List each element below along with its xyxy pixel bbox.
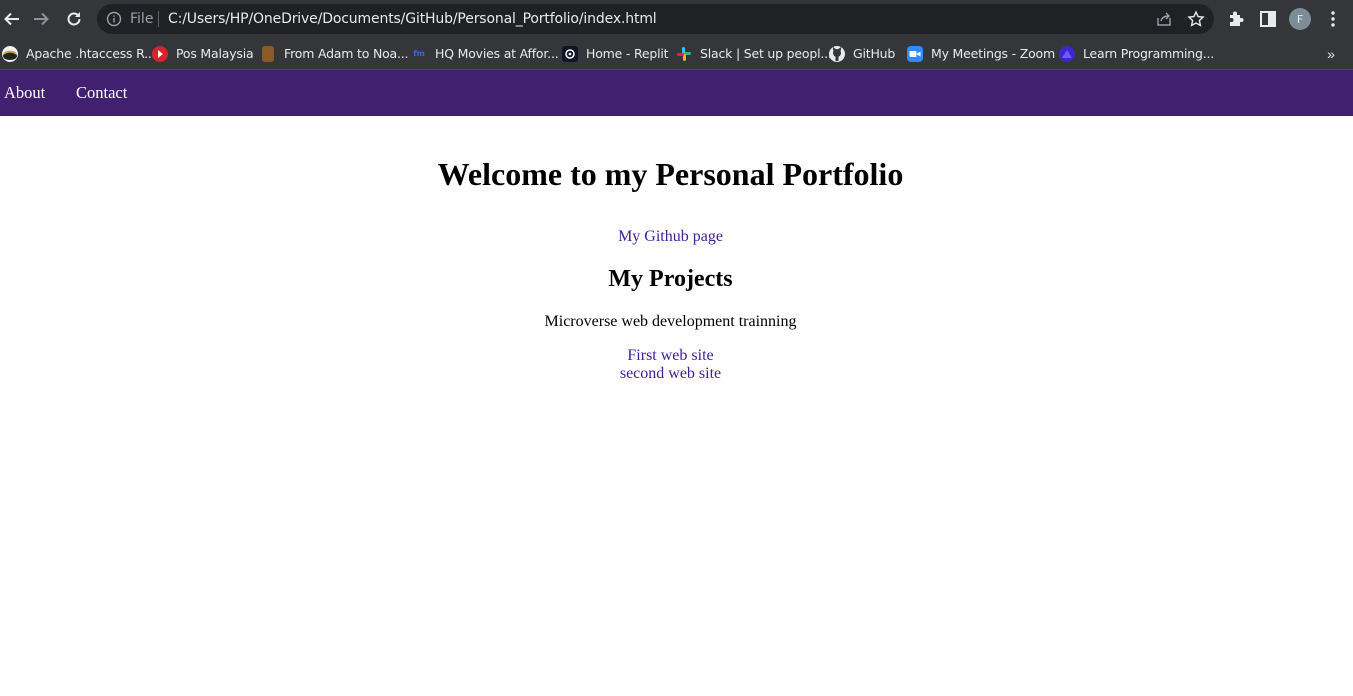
bookmark-pos-malaysia[interactable]: Pos Malaysia <box>152 38 254 69</box>
bookmark-label: From Adam to Noa... <box>284 46 409 61</box>
profile-avatar[interactable]: F <box>1289 8 1311 30</box>
movies-icon: fm <box>413 49 425 58</box>
bookmark-label: Learn Programming... <box>1083 46 1215 61</box>
omnibox-divider <box>158 11 159 27</box>
reload-icon[interactable] <box>62 7 86 31</box>
bookmark-slack[interactable]: Slack | Set up peopl... <box>676 38 832 69</box>
zoom-icon <box>907 45 923 62</box>
bookmark-learn-programming[interactable]: Learn Programming... <box>1059 38 1214 69</box>
slack-icon <box>676 46 692 62</box>
nav-about-link[interactable]: About <box>4 83 45 103</box>
page-title: Welcome to my Personal Portfolio <box>437 156 904 192</box>
bookmark-label: Home - Replit <box>586 46 669 61</box>
info-icon[interactable] <box>106 11 122 27</box>
bookmark-apache[interactable]: Apache .htaccess R... <box>2 38 156 69</box>
projects-heading: My Projects <box>608 266 733 292</box>
bookmark-label: My Meetings - Zoom <box>931 46 1055 61</box>
scheme-label: File <box>130 11 154 27</box>
star-icon[interactable] <box>1187 10 1205 28</box>
menu-icon[interactable] <box>1323 9 1343 29</box>
apache-icon <box>2 45 18 62</box>
projects-description: Microverse web development trainning <box>544 313 797 330</box>
replit-icon <box>562 45 578 62</box>
bookmark-zoom[interactable]: My Meetings - Zoom <box>907 38 1055 69</box>
bookmark-label: Apache .htaccess R... <box>26 46 156 61</box>
address-bar[interactable]: File C:/Users/HP/OneDrive/Documents/GitH… <box>97 4 1214 34</box>
github-page-link[interactable]: My Github page <box>0 227 1341 247</box>
side-panel-icon[interactable] <box>1258 9 1278 29</box>
back-icon[interactable] <box>0 7 24 31</box>
share-icon[interactable] <box>1155 10 1173 28</box>
bookmark-github[interactable]: GitHub <box>829 38 895 69</box>
project-link-first[interactable]: First web site <box>0 347 1341 365</box>
nav-contact-link[interactable]: Contact <box>76 83 127 103</box>
more-bookmarks-icon[interactable]: » <box>1322 45 1340 63</box>
bookmark-label: GitHub <box>853 46 896 61</box>
book-icon <box>262 45 274 62</box>
bookmark-label: HQ Movies at Affor... <box>435 46 559 61</box>
learn-icon <box>1059 45 1075 62</box>
project-link-second[interactable]: second web site <box>0 365 1341 383</box>
extensions-icon[interactable] <box>1226 9 1246 29</box>
forward-icon[interactable] <box>29 7 53 31</box>
bookmark-hq-movies[interactable]: fm HQ Movies at Affor... <box>411 38 559 69</box>
github-icon <box>829 45 845 62</box>
site-navbar: About Contact <box>0 70 1353 116</box>
bookmark-replit[interactable]: Home - Replit <box>562 38 669 69</box>
url-text[interactable]: C:/Users/HP/OneDrive/Documents/GitHub/Pe… <box>168 11 657 27</box>
bookmark-label: Slack | Set up peopl... <box>700 46 832 61</box>
pos-icon <box>152 45 168 62</box>
bookmarks-bar: Apache .htaccess R... Pos Malaysia From … <box>0 38 1353 70</box>
browser-toolbar: File C:/Users/HP/OneDrive/Documents/GitH… <box>0 0 1353 38</box>
bookmark-adam-to-noah[interactable]: From Adam to Noa... <box>260 38 409 69</box>
bookmark-label: Pos Malaysia <box>176 46 254 61</box>
